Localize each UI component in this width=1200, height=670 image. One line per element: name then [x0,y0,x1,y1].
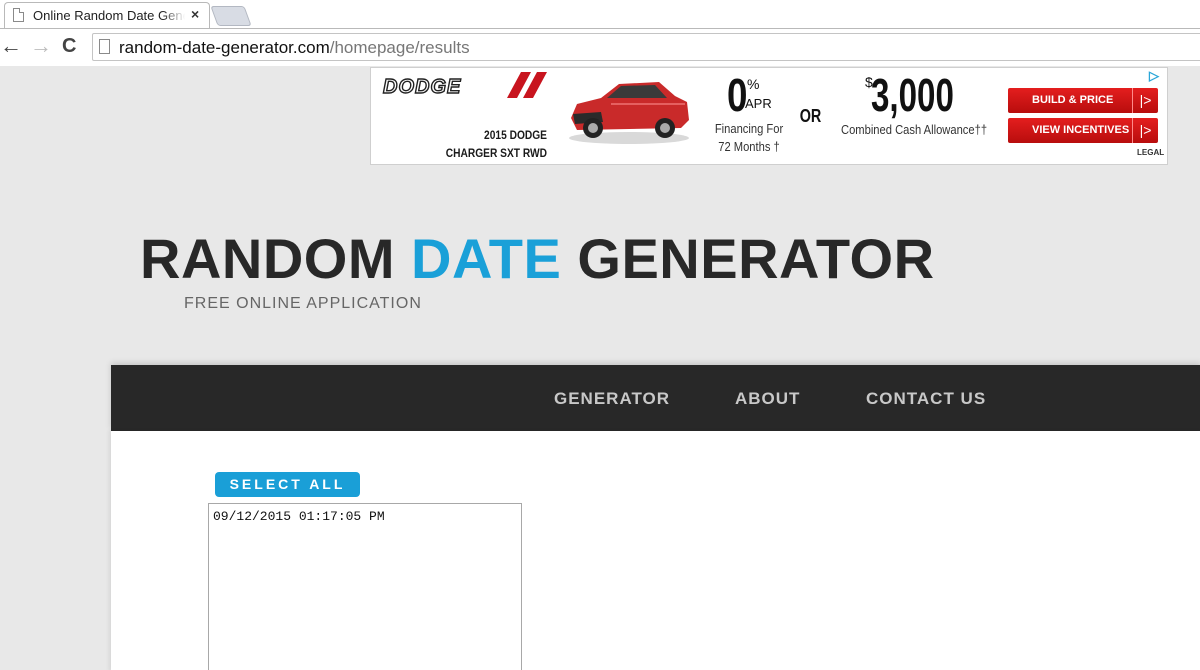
financing-line1: Financing For [714,121,784,136]
results-textarea[interactable]: 09/12/2015 01:17:05 PM [208,503,522,670]
dodge-logo: DODGE [382,75,462,98]
browser-toolbar: ← → C random-date-generator.com/homepage… [0,28,1200,66]
nav-contact-us[interactable]: CONTACT US [866,389,986,409]
car-image [569,82,689,144]
build-price-button[interactable]: BUILD & PRICE |> [1008,88,1158,113]
title-part1: RANDOM [140,227,412,290]
browser-tab-bar: Online Random Date Generator × [0,0,1200,28]
legal-link[interactable]: LEGAL [1137,148,1164,157]
apr-value: 0 [727,69,748,121]
content-panel: SELECT ALL 09/12/2015 01:17:05 PM [111,431,1200,670]
back-arrow-icon[interactable]: ← [0,34,22,58]
reload-icon[interactable]: C [62,34,76,58]
ad-model-line1: 2015 DODGE [484,128,547,142]
cash-value: 3,000 [871,69,954,121]
browser-tab[interactable]: Online Random Date Generator × [4,2,210,28]
url-path: /homepage/results [329,38,470,57]
tab-close-icon[interactable]: × [191,6,199,22]
url-host: random-date-generator.com/homepage/resul… [119,38,470,57]
page-icon [99,39,110,54]
ad-or-text: OR [799,106,822,126]
view-incentives-label: VIEW INCENTIVES [1032,124,1130,136]
ad-model-text: 2015 DODGE CHARGER SXT RWD [431,126,547,162]
financing-line2: 72 Months † [718,139,780,154]
view-incentives-button[interactable]: VIEW INCENTIVES |> [1008,118,1158,143]
dodge-ad-banner[interactable]: DODGE 2015 DODGE CHARGER SXT RWD 0 % APR… [370,67,1168,165]
financing-text: Financing For 72 Months † [711,120,787,156]
site-title: RANDOM DATE GENERATOR [140,226,935,291]
address-bar[interactable]: random-date-generator.com/homepage/resul… [92,33,1200,61]
nav-generator[interactable]: GENERATOR [554,389,670,409]
title-accent: DATE [411,227,562,290]
document-icon [13,8,24,22]
main-nav: GENERATOR ABOUT CONTACT US [111,365,1200,431]
apr-percent: % [747,76,760,92]
build-price-label: BUILD & PRICE [1032,94,1114,106]
dodge-stripes-logo [507,72,547,98]
adchoices-icon[interactable]: ▷ [1149,68,1159,84]
ad-model-line2: CHARGER SXT RWD [445,146,547,160]
apr-label: APR [745,96,772,111]
nav-about[interactable]: ABOUT [735,389,800,409]
site-tagline: FREE ONLINE APPLICATION [184,295,422,312]
tab-title: Online Random Date Generator [33,8,185,23]
forward-arrow-icon[interactable]: → [30,34,52,58]
new-tab-button[interactable] [210,6,252,26]
chevron-right-icon: |> [1132,88,1158,113]
cash-allowance-text: Combined Cash Allowance†† [841,122,988,137]
title-part2: GENERATOR [561,227,935,290]
chevron-right-icon: |> [1132,118,1158,143]
select-all-button[interactable]: SELECT ALL [215,472,360,497]
